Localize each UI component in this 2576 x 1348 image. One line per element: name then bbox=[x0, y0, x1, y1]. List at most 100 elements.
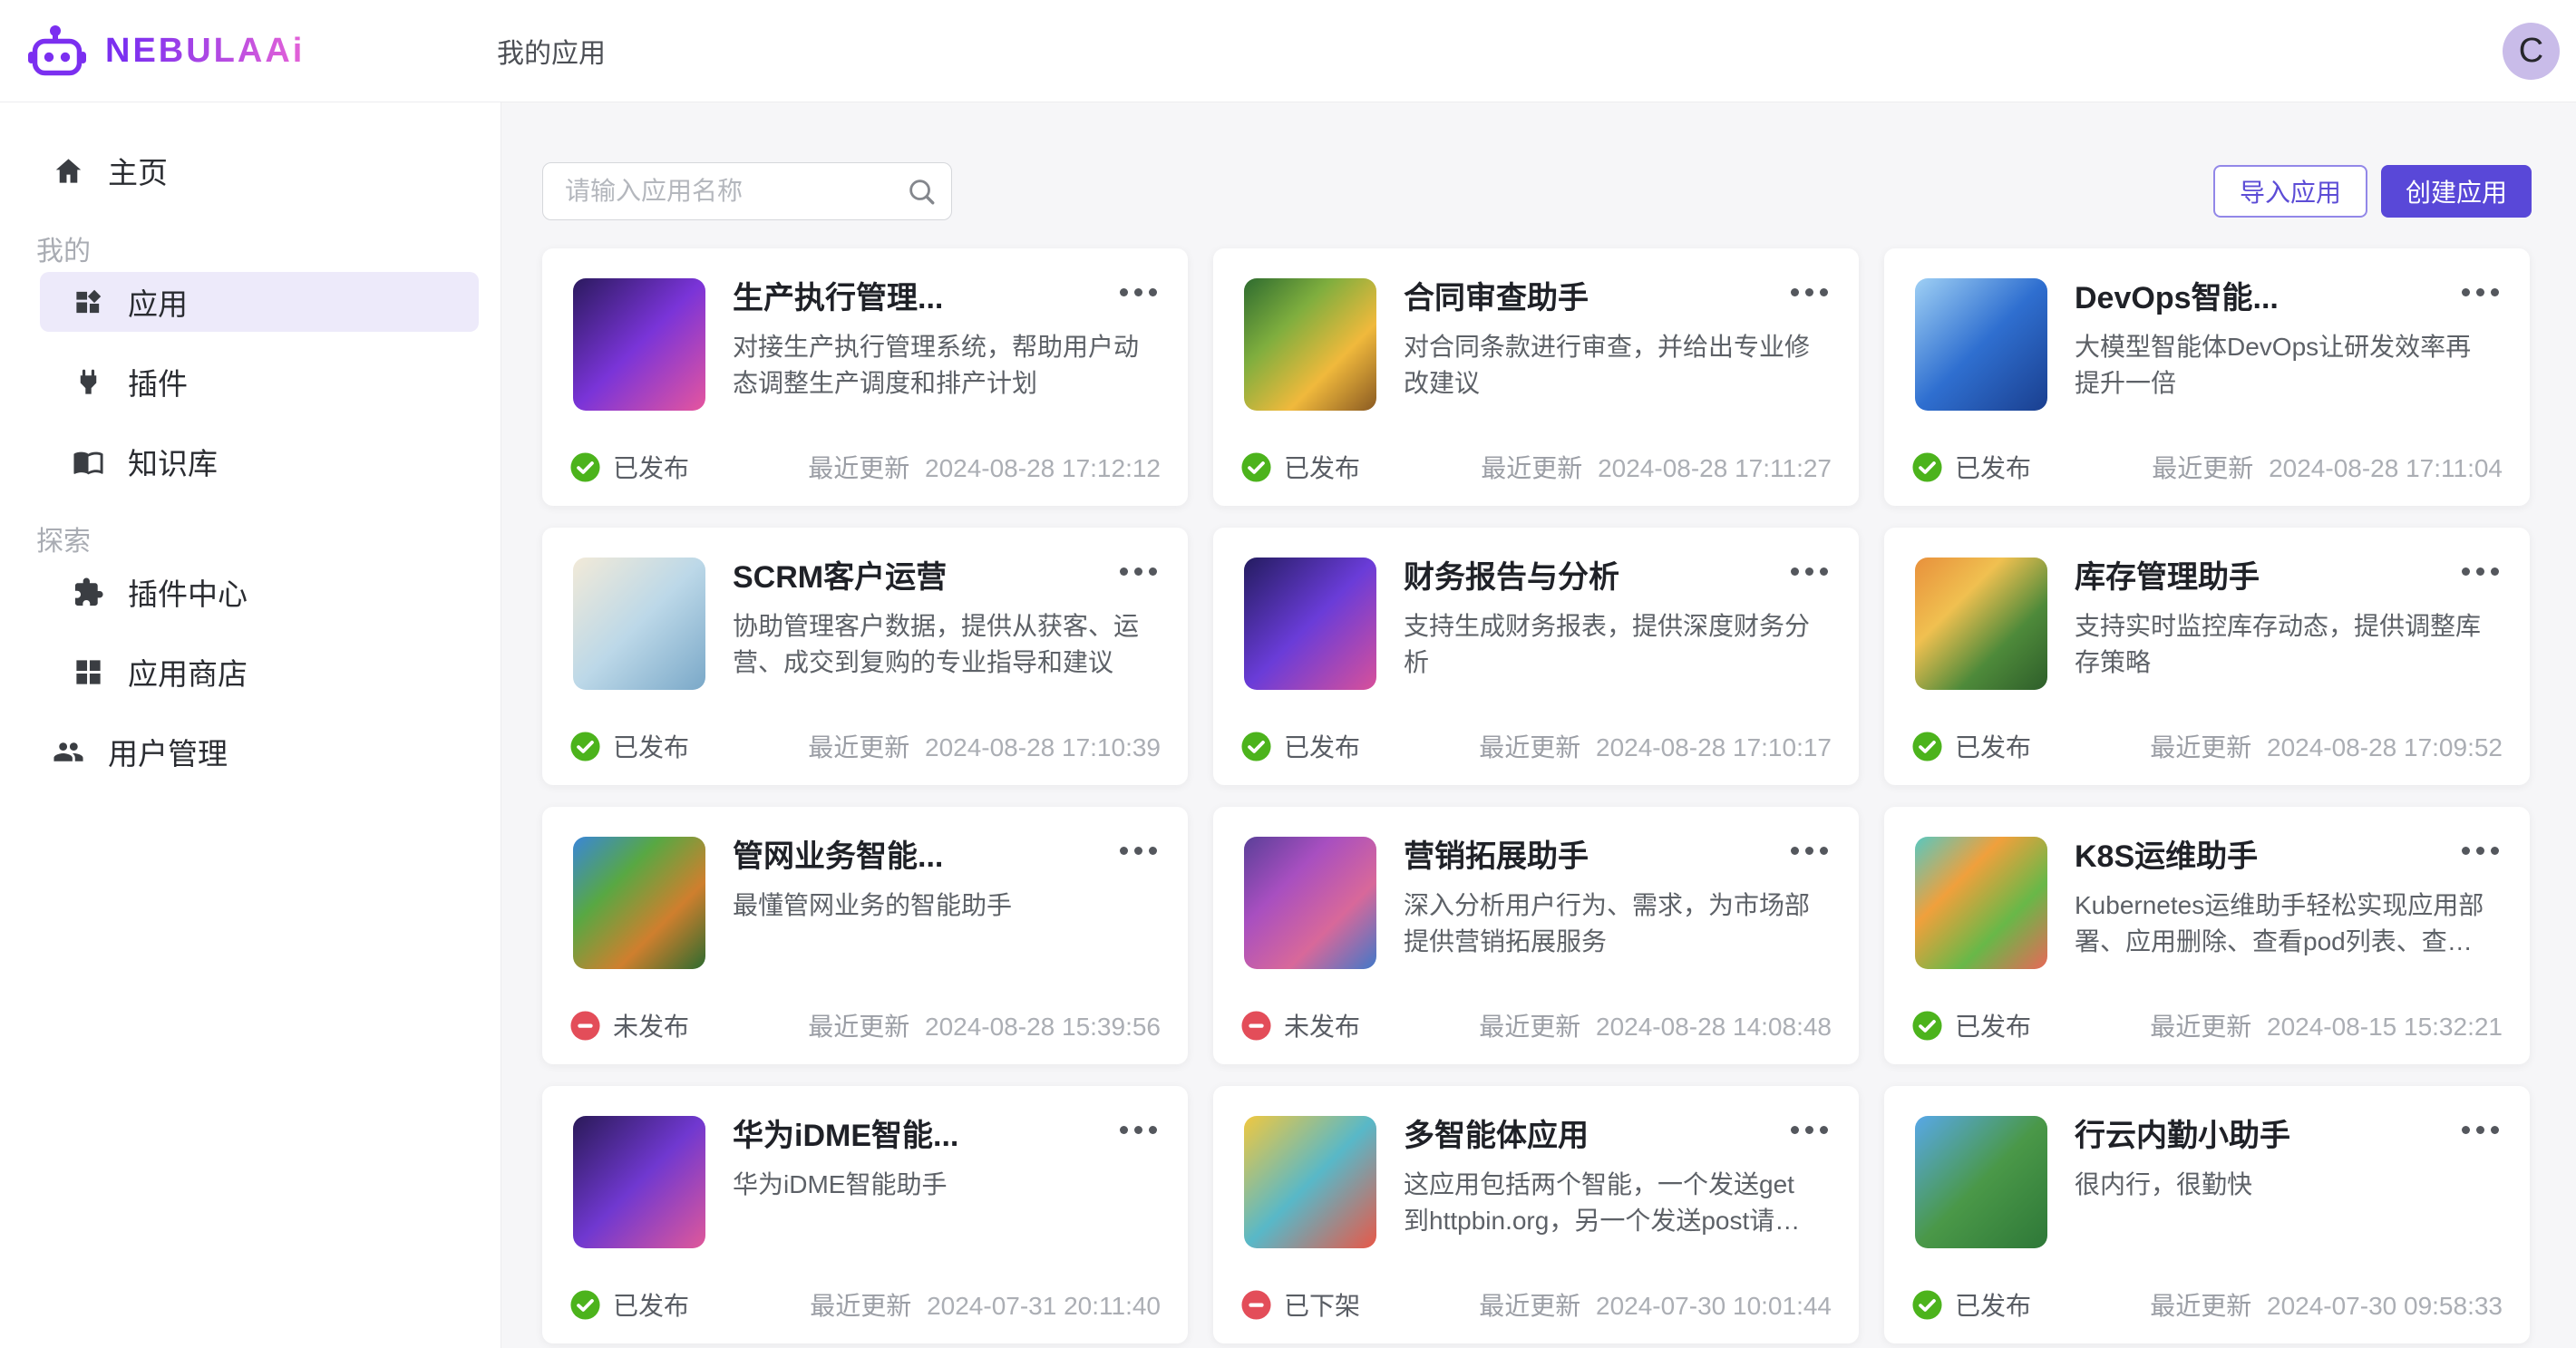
status-label: 已发布 bbox=[613, 449, 689, 485]
app-title: 华为iDME智能... bbox=[733, 1110, 958, 1155]
user-avatar[interactable]: C bbox=[2503, 23, 2560, 80]
app-card[interactable]: 管网业务智能... 最懂管网业务的智能助手 未发布 最近更新 2024-08-2… bbox=[542, 807, 1188, 1064]
app-card[interactable]: 生产执行管理... 对接生产执行管理系统，帮助用户动态调整生产调度和排产计划 已… bbox=[542, 248, 1188, 506]
create-app-button[interactable]: 创建应用 bbox=[2381, 165, 2532, 218]
more-menu-button[interactable] bbox=[1111, 1117, 1166, 1143]
status-badge: 已发布 bbox=[1240, 728, 1360, 764]
sidebar-item-app-store[interactable]: 应用商店 bbox=[40, 642, 479, 702]
sidebar-section-mine: 我的 bbox=[36, 228, 91, 268]
plug-icon bbox=[73, 366, 104, 398]
card-footer: 已发布 最近更新 2024-08-28 17:11:27 bbox=[1240, 449, 1832, 485]
status-label: 已发布 bbox=[1955, 728, 2031, 764]
updated-time: 2024-07-30 09:58:33 bbox=[2260, 1292, 2503, 1320]
app-card[interactable]: 财务报告与分析 支持生成财务报表，提供深度财务分析 已发布 最近更新 2024-… bbox=[1213, 528, 1859, 785]
users-icon bbox=[53, 736, 84, 768]
card-footer: 已发布 最近更新 2024-08-28 17:11:04 bbox=[1911, 449, 2503, 485]
robot-logo-icon bbox=[27, 24, 87, 77]
dot-icon bbox=[1805, 567, 1813, 576]
sidebar-item-apps[interactable]: 应用 bbox=[40, 272, 479, 332]
more-menu-button[interactable] bbox=[1111, 838, 1166, 864]
status-badge: 已发布 bbox=[1240, 449, 1360, 485]
more-menu-button[interactable] bbox=[1111, 558, 1166, 585]
app-title: DevOps智能... bbox=[2075, 273, 2279, 317]
app-description: 华为iDME智能助手 bbox=[733, 1167, 1148, 1203]
last-updated: 最近更新 2024-07-30 10:01:44 bbox=[1479, 1286, 1832, 1323]
dot-icon bbox=[1791, 288, 1799, 296]
dot-icon bbox=[1820, 1126, 1828, 1134]
status-published-icon bbox=[1240, 451, 1272, 483]
more-menu-button[interactable] bbox=[1111, 279, 1166, 305]
dot-icon bbox=[2462, 1126, 2470, 1134]
apps-icon bbox=[73, 286, 104, 318]
status-published-icon bbox=[1911, 1010, 1943, 1042]
brand-logo[interactable]: NEBULAAi bbox=[27, 24, 305, 77]
status-published-icon bbox=[569, 1289, 601, 1321]
dot-icon bbox=[2476, 567, 2484, 576]
status-label: 未发布 bbox=[1284, 1007, 1360, 1043]
dot-icon bbox=[1149, 847, 1157, 855]
app-card[interactable]: 华为iDME智能... 华为iDME智能助手 已发布 最近更新 2024-07-… bbox=[542, 1086, 1188, 1343]
more-menu-button[interactable] bbox=[2453, 279, 2508, 305]
status-label: 已发布 bbox=[1284, 728, 1360, 764]
status-badge: 已下架 bbox=[1240, 1286, 1360, 1323]
updated-prefix-label: 最近更新 bbox=[2152, 454, 2253, 482]
card-footer: 已发布 最近更新 2024-08-28 17:12:12 bbox=[569, 449, 1161, 485]
status-label: 已发布 bbox=[1955, 1007, 2031, 1043]
app-card[interactable]: 多智能体应用 这应用包括两个智能，一个发送get到httpbin.org，另一个… bbox=[1213, 1086, 1859, 1343]
sidebar-item-plugins[interactable]: 插件 bbox=[40, 352, 479, 412]
more-menu-button[interactable] bbox=[1782, 279, 1837, 305]
last-updated: 最近更新 2024-08-28 17:12:12 bbox=[808, 449, 1161, 485]
status-published-icon bbox=[569, 451, 601, 483]
last-updated: 最近更新 2024-08-28 17:10:39 bbox=[808, 728, 1161, 764]
updated-time: 2024-08-28 17:11:27 bbox=[1590, 454, 1832, 482]
last-updated: 最近更新 2024-08-28 17:10:17 bbox=[1479, 728, 1832, 764]
app-thumbnail bbox=[1915, 1116, 2047, 1248]
app-thumbnail bbox=[573, 278, 705, 411]
app-title: K8S运维助手 bbox=[2075, 831, 2258, 876]
import-app-button[interactable]: 导入应用 bbox=[2213, 165, 2367, 218]
last-updated: 最近更新 2024-07-31 20:11:40 bbox=[810, 1286, 1161, 1323]
last-updated: 最近更新 2024-08-28 14:08:48 bbox=[1479, 1007, 1832, 1043]
updated-time: 2024-08-28 17:11:04 bbox=[2261, 454, 2503, 482]
sidebar-item-knowledge[interactable]: 知识库 bbox=[40, 432, 479, 491]
app-description: 深入分析用户行为、需求，为市场部提供营销拓展服务 bbox=[1404, 887, 1819, 960]
app-title: SCRM客户运营 bbox=[733, 552, 947, 596]
card-footer: 未发布 最近更新 2024-08-28 15:39:56 bbox=[569, 1007, 1161, 1043]
status-label: 已发布 bbox=[613, 1286, 689, 1323]
dot-icon bbox=[1805, 847, 1813, 855]
dot-icon bbox=[1120, 567, 1128, 576]
card-footer: 已下架 最近更新 2024-07-30 10:01:44 bbox=[1240, 1286, 1832, 1323]
app-title: 行云内勤小助手 bbox=[2075, 1110, 2290, 1155]
app-card[interactable]: K8S运维助手 Kubernetes运维助手轻松实现应用部署、应用删除、查看po… bbox=[1884, 807, 2530, 1064]
more-menu-button[interactable] bbox=[2453, 558, 2508, 585]
dot-icon bbox=[1820, 847, 1828, 855]
more-menu-button[interactable] bbox=[2453, 838, 2508, 864]
more-menu-button[interactable] bbox=[1782, 558, 1837, 585]
updated-prefix-label: 最近更新 bbox=[2150, 733, 2251, 761]
app-card-grid: 生产执行管理... 对接生产执行管理系统，帮助用户动态调整生产调度和排产计划 已… bbox=[542, 248, 2532, 1343]
app-card[interactable]: 库存管理助手 支持实时监控库存动态，提供调整库存策略 已发布 最近更新 2024… bbox=[1884, 528, 2530, 785]
app-description: 对合同条款进行审查，并给出专业修改建议 bbox=[1404, 329, 1819, 402]
sidebar-item-home[interactable]: 主页 bbox=[40, 141, 479, 200]
sidebar-item-users[interactable]: 用户管理 bbox=[40, 722, 479, 781]
more-menu-button[interactable] bbox=[1782, 838, 1837, 864]
app-title: 管网业务智能... bbox=[733, 831, 943, 876]
more-menu-button[interactable] bbox=[1782, 1117, 1837, 1143]
app-card[interactable]: 营销拓展助手 深入分析用户行为、需求，为市场部提供营销拓展服务 未发布 最近更新… bbox=[1213, 807, 1859, 1064]
more-menu-button[interactable] bbox=[2453, 1117, 2508, 1143]
status-badge: 已发布 bbox=[569, 728, 689, 764]
status-badge: 已发布 bbox=[569, 449, 689, 485]
app-card[interactable]: 合同审查助手 对合同条款进行审查，并给出专业修改建议 已发布 最近更新 2024… bbox=[1213, 248, 1859, 506]
app-card[interactable]: 行云内勤小助手 很内行，很勤快 已发布 最近更新 2024-07-30 09:5… bbox=[1884, 1086, 2530, 1343]
search-input[interactable] bbox=[563, 176, 906, 207]
dot-icon bbox=[1791, 847, 1799, 855]
sidebar-item-plugin-center[interactable]: 插件中心 bbox=[40, 562, 479, 622]
app-description: 对接生产执行管理系统，帮助用户动态调整生产调度和排产计划 bbox=[733, 329, 1148, 402]
updated-prefix-label: 最近更新 bbox=[808, 454, 909, 482]
app-card[interactable]: DevOps智能... 大模型智能体DevOps让研发效率再提升一倍 已发布 最… bbox=[1884, 248, 2530, 506]
search-icon[interactable] bbox=[906, 176, 937, 207]
status-badge: 已发布 bbox=[569, 1286, 689, 1323]
sidebar-item-label: 知识库 bbox=[128, 440, 218, 483]
dot-icon bbox=[1149, 288, 1157, 296]
app-card[interactable]: SCRM客户运营 协助管理客户数据，提供从获客、运营、成交到复购的专业指导和建议… bbox=[542, 528, 1188, 785]
